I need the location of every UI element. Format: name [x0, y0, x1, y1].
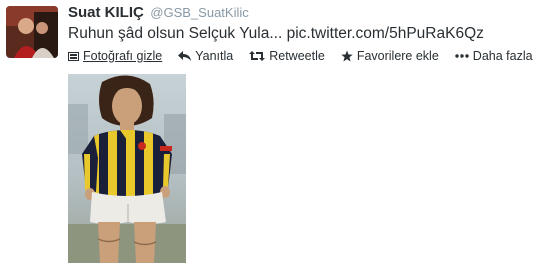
hide-photo-button[interactable]: Fotoğrafı gizle: [68, 49, 162, 63]
author-handle[interactable]: @GSB_SuatKilic: [150, 5, 248, 20]
reply-arrow-icon: [178, 51, 192, 61]
tweet-header: Suat KILIÇ @GSB_SuatKilic: [68, 4, 546, 24]
tweet-content: Suat KILIÇ @GSB_SuatKilic Ruhun şâd olsu…: [68, 4, 546, 65]
tweet-card: Suat KILIÇ @GSB_SuatKilic Ruhun şâd olsu…: [0, 0, 550, 267]
tweet-photo[interactable]: [68, 74, 186, 263]
more-label: Daha fazla: [472, 49, 533, 63]
reply-label: Yanıtla: [195, 49, 234, 63]
retweet-button[interactable]: Retweetle: [249, 49, 325, 63]
photo-icon: [68, 51, 79, 61]
reply-button[interactable]: Yanıtla: [178, 49, 233, 63]
retweet-label: Retweetle: [269, 49, 325, 63]
author-name[interactable]: Suat KILIÇ: [68, 4, 144, 21]
favorite-label: Favorilere ekle: [356, 49, 439, 63]
tweet-text-body: Ruhun şâd olsun Selçuk Yula...: [68, 25, 287, 42]
tweet-actions: Fotoğrafı gizle Yanıtla Retweetle Favori…: [68, 47, 546, 65]
favorite-button[interactable]: Favorilere ekle: [341, 49, 439, 63]
author-avatar[interactable]: [6, 6, 58, 58]
star-icon: [341, 50, 353, 62]
ellipsis-icon: [455, 54, 469, 58]
tweet-pic-link[interactable]: pic.twitter.com/5hPuRaK6Qz: [287, 25, 484, 42]
more-button[interactable]: Daha fazla: [455, 49, 533, 63]
tweet-text: Ruhun şâd olsun Selçuk Yula... pic.twitt…: [68, 25, 546, 47]
retweet-arrows-icon: [249, 51, 266, 61]
hide-photo-label: Fotoğrafı gizle: [83, 49, 163, 63]
